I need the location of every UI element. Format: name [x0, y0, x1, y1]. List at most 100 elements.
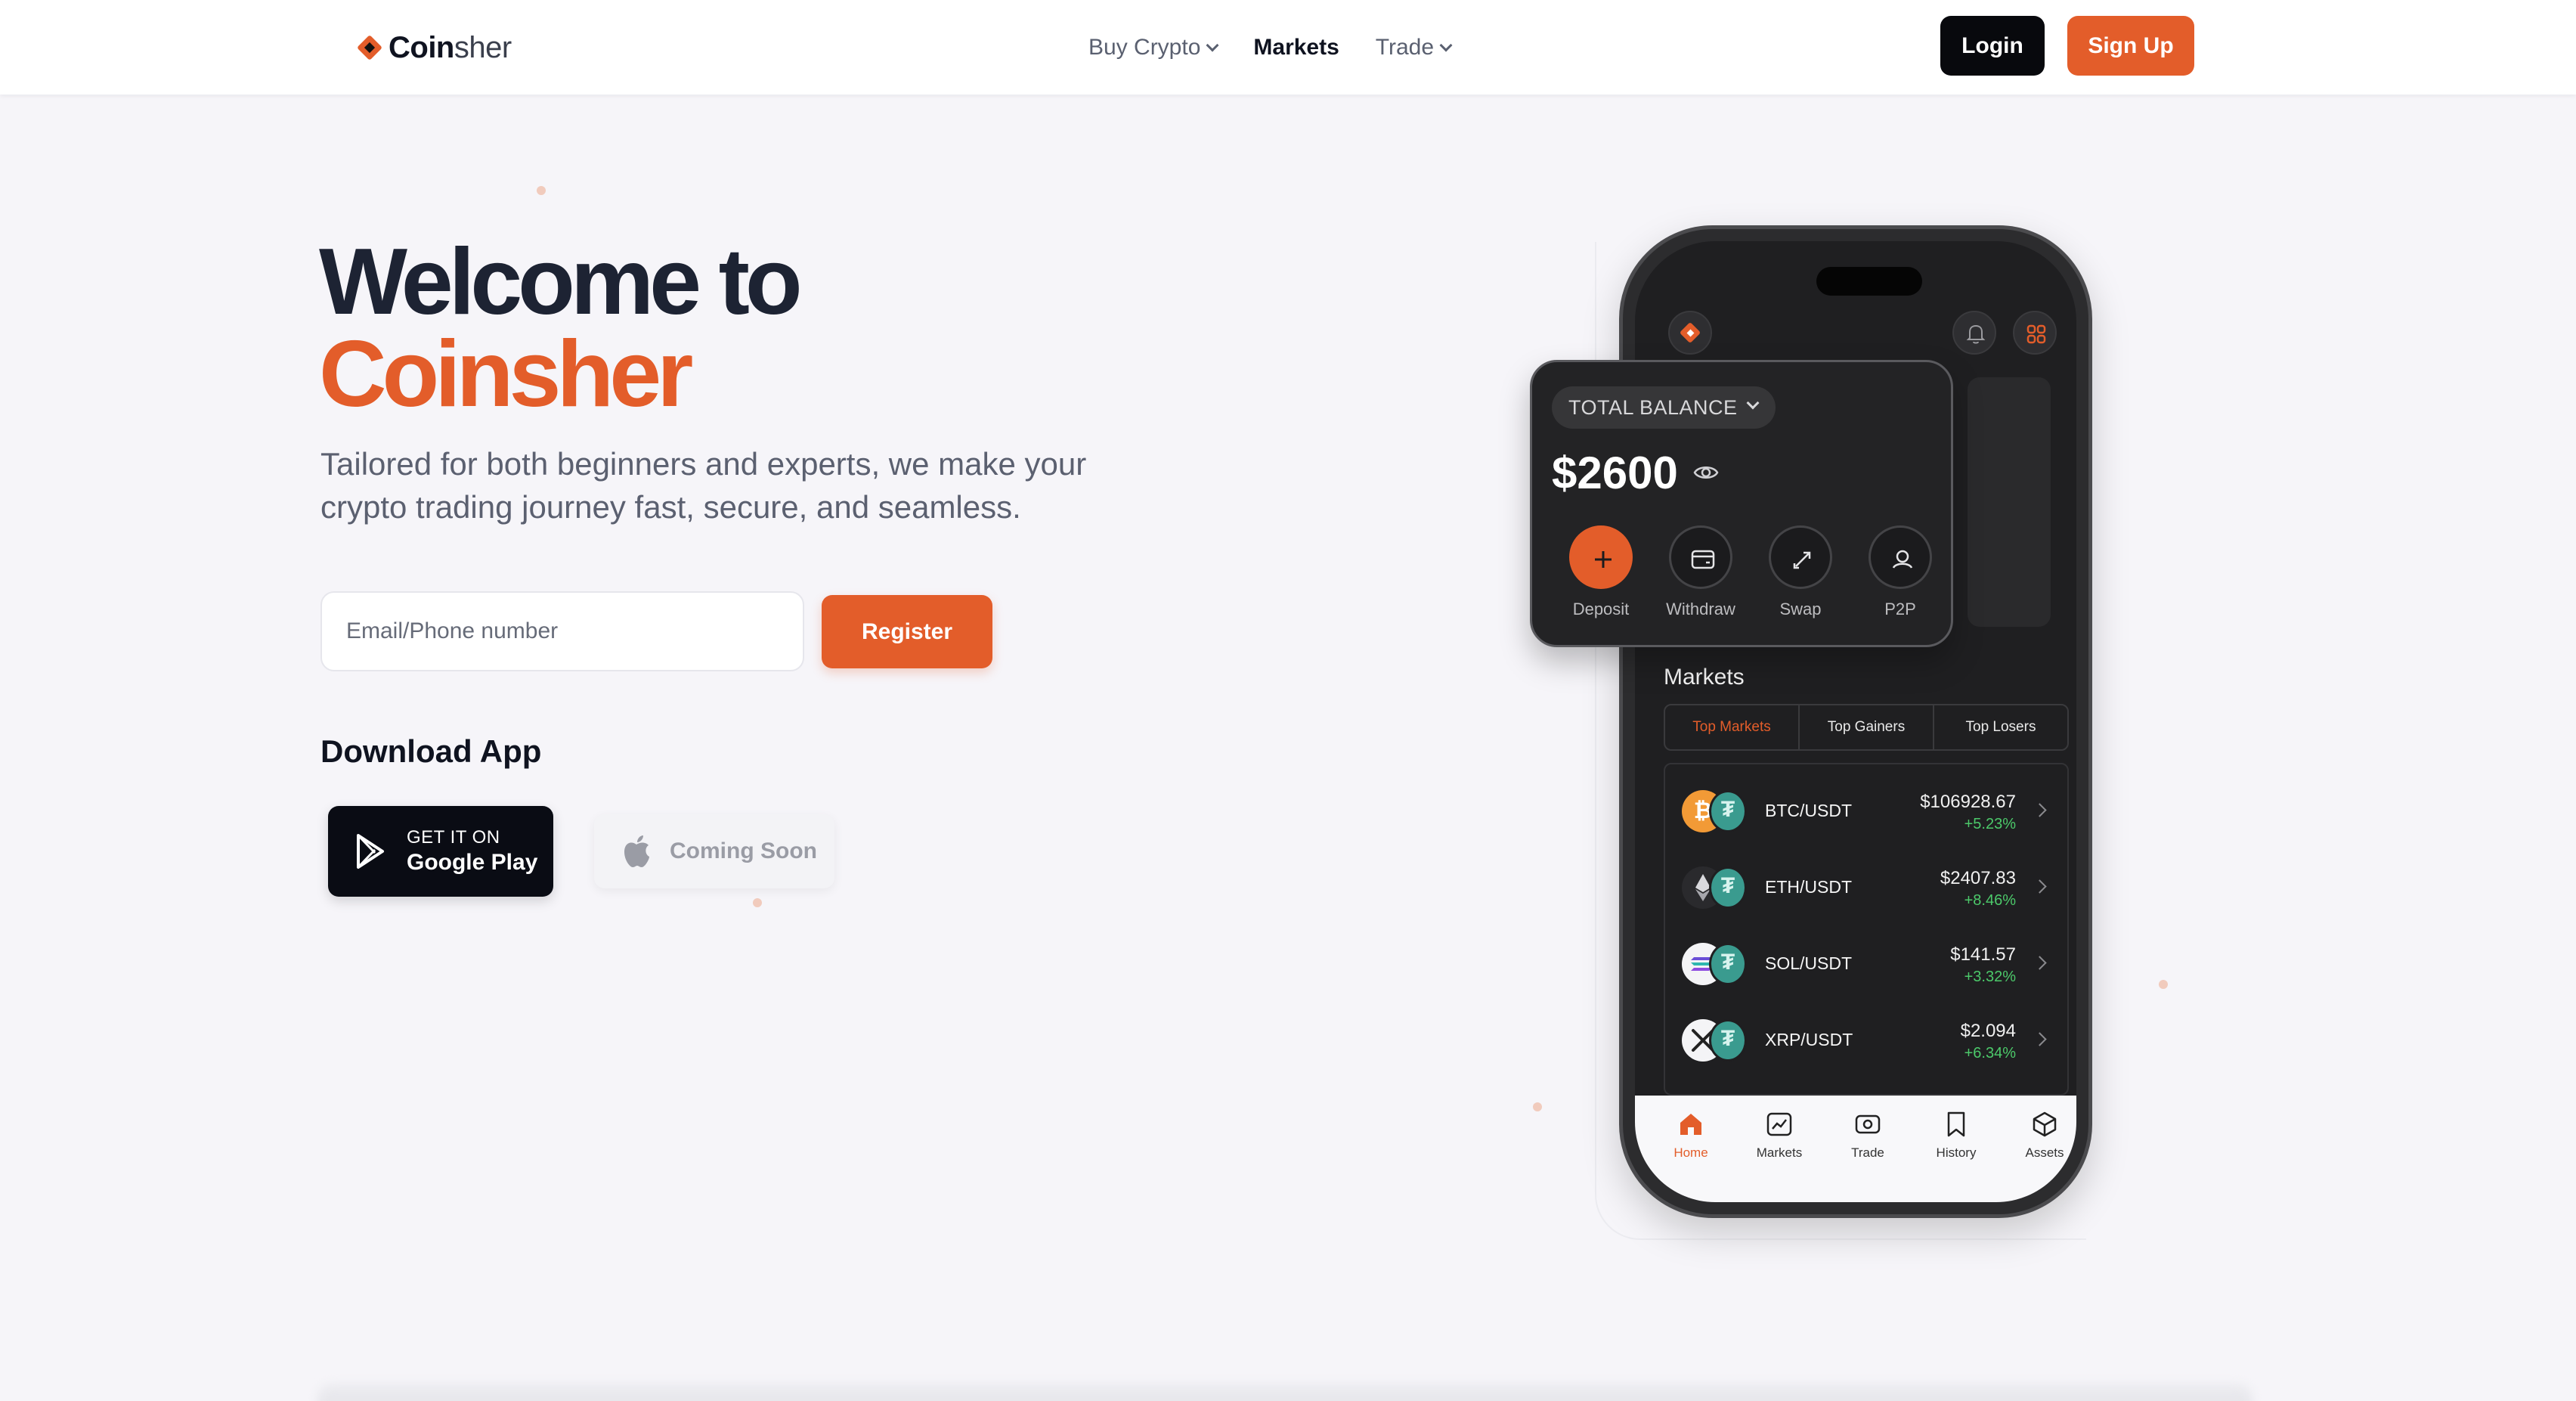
total-balance-card: TOTAL BALANCE $2600 Deposit Withdraw Swa…	[1530, 360, 1953, 647]
tab-top-gainers[interactable]: Top Gainers	[1800, 705, 1934, 749]
market-row-xrp[interactable]: XRP/USDT $2.094 +6.34%	[1665, 1003, 2070, 1078]
markets-list: ₿ BTC/USDT $106928.67 +5.23% ETH/USDT $2…	[1664, 763, 2069, 1096]
google-play-small-label: GET IT ON	[407, 827, 500, 848]
pair-label: ETH/USDT	[1765, 877, 1852, 897]
nav-buy-crypto[interactable]: Buy Crypto	[1088, 35, 1219, 60]
market-row-btc[interactable]: ₿ BTC/USDT $106928.67 +5.23%	[1665, 773, 2070, 849]
chevron-down-icon	[1206, 39, 1219, 52]
chevron-down-icon	[1746, 396, 1760, 410]
price-value: $141.57	[1950, 944, 2016, 965]
signup-button[interactable]: Sign Up	[2067, 16, 2194, 76]
download-app-title: Download App	[320, 733, 542, 769]
hero-subtitle: Tailored for both beginners and experts,…	[320, 446, 1087, 525]
coming-soon-label: Coming Soon	[670, 838, 817, 863]
nav-markets[interactable]: Markets	[1253, 35, 1339, 60]
blurred-panel	[1968, 377, 2051, 627]
action-label: P2P	[1884, 600, 1916, 618]
apple-icon	[624, 835, 649, 867]
assets-icon	[2033, 1111, 2057, 1137]
pair-label: XRP/USDT	[1765, 1030, 1853, 1049]
grid-menu-icon[interactable]	[2013, 311, 2057, 355]
tether-icon	[1709, 943, 1747, 985]
phone-tab-bar: Home Markets Trade History Assets	[1635, 1096, 2076, 1202]
nav-trade[interactable]: Trade	[1376, 35, 1453, 60]
tab-markets[interactable]: Markets	[1742, 1111, 1817, 1161]
p2p-button[interactable]: P2P	[1851, 525, 1949, 619]
tab-home[interactable]: Home	[1653, 1111, 1729, 1161]
balance-amount: $2600	[1552, 448, 1678, 498]
tab-trade[interactable]: Trade	[1830, 1111, 1906, 1161]
google-play-icon	[357, 834, 384, 869]
bookmark-icon	[1947, 1111, 1965, 1137]
markets-title: Markets	[1664, 665, 1745, 690]
chevron-right-icon	[2033, 803, 2047, 817]
tab-label: History	[1936, 1145, 1977, 1160]
brand-logo[interactable]: Coinsher	[357, 29, 512, 67]
balance-selector[interactable]: TOTAL BALANCE	[1552, 386, 1776, 429]
action-label: Deposit	[1572, 600, 1630, 618]
withdraw-button[interactable]: Withdraw	[1652, 525, 1750, 619]
register-button[interactable]: Register	[822, 595, 992, 668]
price-value: $2407.83	[1940, 868, 2016, 888]
action-label: Swap	[1779, 600, 1822, 618]
tether-icon	[1709, 1019, 1747, 1062]
bottom-section-edge	[317, 1384, 2252, 1401]
brand-name: Coinsher	[389, 30, 512, 64]
main-nav: Buy Crypto Markets Trade	[1088, 29, 1487, 67]
swap-button[interactable]: Swap	[1751, 525, 1850, 619]
change-value: +5.23%	[1964, 816, 2016, 832]
hero-title: Welcome to Coinsher	[319, 235, 803, 426]
decor-dot	[537, 186, 546, 195]
diamond-logo-icon	[357, 35, 382, 60]
home-icon	[1680, 1114, 1701, 1135]
balance-label: TOTAL BALANCE	[1568, 395, 1738, 419]
decor-dot	[1533, 1102, 1542, 1111]
app-logo-icon	[1668, 311, 1712, 355]
hero-title-brand: Coinsher	[319, 322, 693, 426]
tab-label: Home	[1673, 1145, 1708, 1160]
change-value: +6.34%	[1964, 1045, 2016, 1062]
app-store-coming-soon: Coming Soon	[594, 814, 834, 888]
chevron-right-icon	[2033, 956, 2047, 970]
bell-icon[interactable]	[1952, 311, 1996, 355]
tab-assets[interactable]: Assets	[2007, 1111, 2076, 1161]
deposit-button[interactable]: Deposit	[1552, 525, 1650, 619]
decor-dot	[2159, 980, 2168, 989]
change-value: +3.32%	[1964, 969, 2016, 985]
hero-title-line1: Welcome to	[319, 230, 803, 334]
tether-icon	[1709, 790, 1747, 832]
chevron-right-icon	[2033, 1032, 2047, 1046]
email-phone-input[interactable]	[320, 591, 804, 671]
markets-tabs: Top Markets Top Gainers Top Losers	[1664, 704, 2069, 751]
decor-dot	[753, 898, 762, 907]
pair-label: SOL/USDT	[1765, 953, 1853, 973]
tab-top-markets[interactable]: Top Markets	[1665, 705, 1800, 749]
change-value: +8.46%	[1964, 892, 2016, 909]
google-play-label: Google Play	[407, 850, 538, 875]
market-row-sol[interactable]: SOL/USDT $141.57 +3.32%	[1665, 926, 2070, 1002]
top-navbar: Coinsher Buy Crypto Markets Trade Login …	[0, 0, 2576, 95]
tether-icon	[1709, 866, 1747, 909]
action-label: Withdraw	[1666, 600, 1735, 618]
tab-label: Assets	[2025, 1145, 2064, 1160]
google-play-button[interactable]: GET IT ON Google Play	[328, 806, 553, 897]
tab-history[interactable]: History	[1918, 1111, 1994, 1161]
chart-icon	[1766, 1112, 1792, 1136]
market-row-eth[interactable]: ETH/USDT $2407.83 +8.46%	[1665, 850, 2070, 925]
chevron-down-icon	[1439, 39, 1453, 52]
eye-icon[interactable]	[1692, 459, 1720, 486]
p2p-icon	[1892, 550, 1913, 569]
wallet-icon	[1691, 550, 1715, 569]
plus-icon	[1595, 551, 1612, 568]
trade-icon	[1855, 1114, 1881, 1134]
pair-label: BTC/USDT	[1765, 801, 1852, 820]
phone-notch	[1816, 267, 1922, 296]
swap-icon	[1793, 551, 1811, 569]
chevron-right-icon	[2033, 879, 2047, 894]
tab-top-losers[interactable]: Top Losers	[1934, 705, 2067, 749]
tab-label: Markets	[1756, 1145, 1803, 1160]
login-button[interactable]: Login	[1940, 16, 2045, 76]
tab-label: Trade	[1851, 1145, 1884, 1160]
price-value: $106928.67	[1920, 792, 2016, 812]
price-value: $2.094	[1960, 1021, 2016, 1041]
